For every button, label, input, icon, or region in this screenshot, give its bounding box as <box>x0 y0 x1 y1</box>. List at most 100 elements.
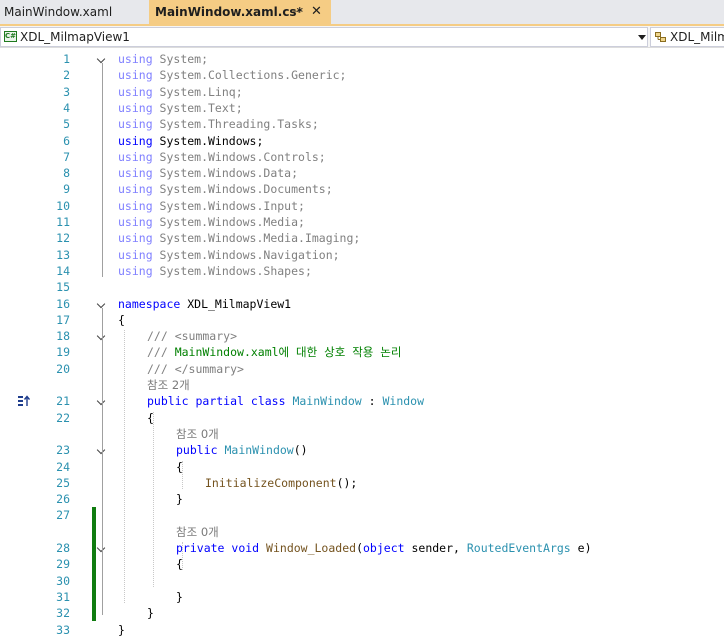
code-text: using System.Windows.Shapes; <box>118 263 312 279</box>
code-token: public <box>176 443 218 458</box>
code-editor[interactable]: 1 using System; 2 using System.Collections.… <box>0 49 724 643</box>
code-line: 30 <box>0 573 724 589</box>
code-text: { <box>118 312 125 328</box>
code-token: using <box>118 84 153 99</box>
code-line: 26} <box>0 491 724 507</box>
reference-codelens[interactable]: 참조 0개 <box>0 426 724 442</box>
pin-icon[interactable]: ⊸ <box>293 0 301 24</box>
code-token: using <box>118 117 153 132</box>
collapse-chevron-icon[interactable] <box>96 397 106 406</box>
project-dropdown-label: XDL_MilmapView1 <box>20 30 130 44</box>
line-number: 1 <box>63 52 70 66</box>
line-number: 18 <box>56 329 70 344</box>
code-token: } <box>118 622 125 637</box>
code-token: System.Windows.Documents; <box>152 182 333 197</box>
code-token: using <box>118 215 153 229</box>
code-token: { <box>118 312 125 327</box>
code-token: System.Windows.Media.Imaging; <box>152 231 361 246</box>
code-token: Window <box>382 394 425 409</box>
code-line: 15 <box>0 279 724 295</box>
code-line: 14 using System.Windows.Shapes; <box>0 263 724 279</box>
collapse-chevron-icon[interactable] <box>96 445 106 455</box>
code-token: using <box>118 52 153 66</box>
indent-guide <box>153 411 154 587</box>
tab-mainwindow-xaml[interactable]: MainWindow.xaml <box>0 0 147 24</box>
code-text: namespace XDL_MilmapView1 <box>118 296 291 312</box>
code-token: System.Windows; <box>152 133 264 148</box>
code-token: /// <summary> <box>147 329 238 344</box>
code-token: System.Windows.Controls; <box>152 149 326 164</box>
code-line: 32} <box>0 605 724 621</box>
line-number: 23 <box>56 443 70 458</box>
line-number: 6 <box>63 133 70 148</box>
reference-codelens[interactable]: 참조 2개 <box>0 377 724 393</box>
code-token: } <box>147 606 154 621</box>
close-icon[interactable]: ✕ <box>311 0 322 24</box>
code-line: 33} <box>0 622 724 638</box>
code-token: using <box>118 133 153 148</box>
code-text: public partial class MainWindow : Window <box>147 393 424 409</box>
code-token: object <box>363 541 405 555</box>
code-token: RoutedEventArgs <box>466 541 571 555</box>
type-dropdown-label: XDL_Milm <box>670 30 724 44</box>
code-text: } <box>176 589 183 605</box>
csharp-project-icon: C# <box>4 31 17 42</box>
override-indicator-icon[interactable] <box>18 395 32 407</box>
code-text: /// </summary> <box>147 361 244 377</box>
line-number: 10 <box>56 198 70 213</box>
chevron-down-icon[interactable] <box>638 35 646 40</box>
code-line: 7 using System.Windows.Controls; <box>0 149 724 165</box>
code-text: } <box>147 605 154 621</box>
code-token: MainWindow.xaml에 대한 상호 작용 논리 <box>174 345 402 360</box>
collapse-chevron-icon[interactable] <box>96 331 106 341</box>
code-text: using System.Windows.Media; <box>118 214 305 230</box>
line-number: 15 <box>56 280 70 295</box>
line-number: 25 <box>56 475 70 490</box>
project-dropdown[interactable]: C# XDL_MilmapView1 <box>0 27 648 47</box>
code-token: : <box>361 394 383 409</box>
code-token: System.Linq; <box>152 84 243 99</box>
line-number: 9 <box>63 182 70 197</box>
reference-codelens[interactable]: 참조 0개 <box>0 524 724 540</box>
type-dropdown[interactable]: XDL_Milm <box>650 27 724 47</box>
code-token: using <box>118 149 153 164</box>
code-text: using System.Windows.Navigation; <box>118 247 340 263</box>
line-number: 28 <box>56 541 70 555</box>
collapse-chevron-icon[interactable] <box>96 299 106 308</box>
code-token: System; <box>152 52 209 66</box>
code-line: 24{ <box>0 459 724 475</box>
code-token: class <box>250 394 286 409</box>
code-line: 28 private void Window_Loaded(object send… <box>0 540 724 556</box>
outline-namespace <box>102 307 103 616</box>
line-number: 19 <box>56 345 70 360</box>
line-number: 13 <box>56 247 70 262</box>
tab-label: MainWindow.xaml.cs* <box>155 5 303 19</box>
code-token: using <box>118 263 153 278</box>
code-token: e) <box>570 541 592 555</box>
line-number: 8 <box>63 166 70 181</box>
code-token: private <box>176 541 225 555</box>
collapse-chevron-icon[interactable] <box>96 543 106 553</box>
code-token: InitializeComponent <box>205 475 337 490</box>
code-token: using <box>118 68 153 83</box>
line-number: 14 <box>56 263 70 278</box>
indent-guide <box>182 460 183 489</box>
code-text: using System.Collections.Generic; <box>118 67 347 83</box>
code-text: using System.Windows; <box>118 133 263 149</box>
code-token: using <box>118 182 153 197</box>
code-text: public MainWindow() <box>176 442 308 458</box>
tab-mainwindow-xaml-cs[interactable]: MainWindow.xaml.cs* ⊸ ✕ <box>149 0 331 24</box>
code-text: InitializeComponent(); <box>205 475 357 491</box>
code-token: using <box>118 231 153 246</box>
line-number: 3 <box>63 84 70 99</box>
document-tab-strip: MainWindow.xaml MainWindow.xaml.cs* ⊸ ✕ <box>0 0 724 26</box>
code-token: } <box>176 492 183 507</box>
code-token: System.Threading.Tasks; <box>152 117 319 132</box>
code-token: } <box>176 589 183 604</box>
code-token: Window_Loaded <box>266 541 357 555</box>
line-number: 17 <box>56 312 70 327</box>
line-number: 5 <box>63 117 70 132</box>
collapse-chevron-icon[interactable] <box>96 54 106 64</box>
line-number: 16 <box>56 296 70 311</box>
